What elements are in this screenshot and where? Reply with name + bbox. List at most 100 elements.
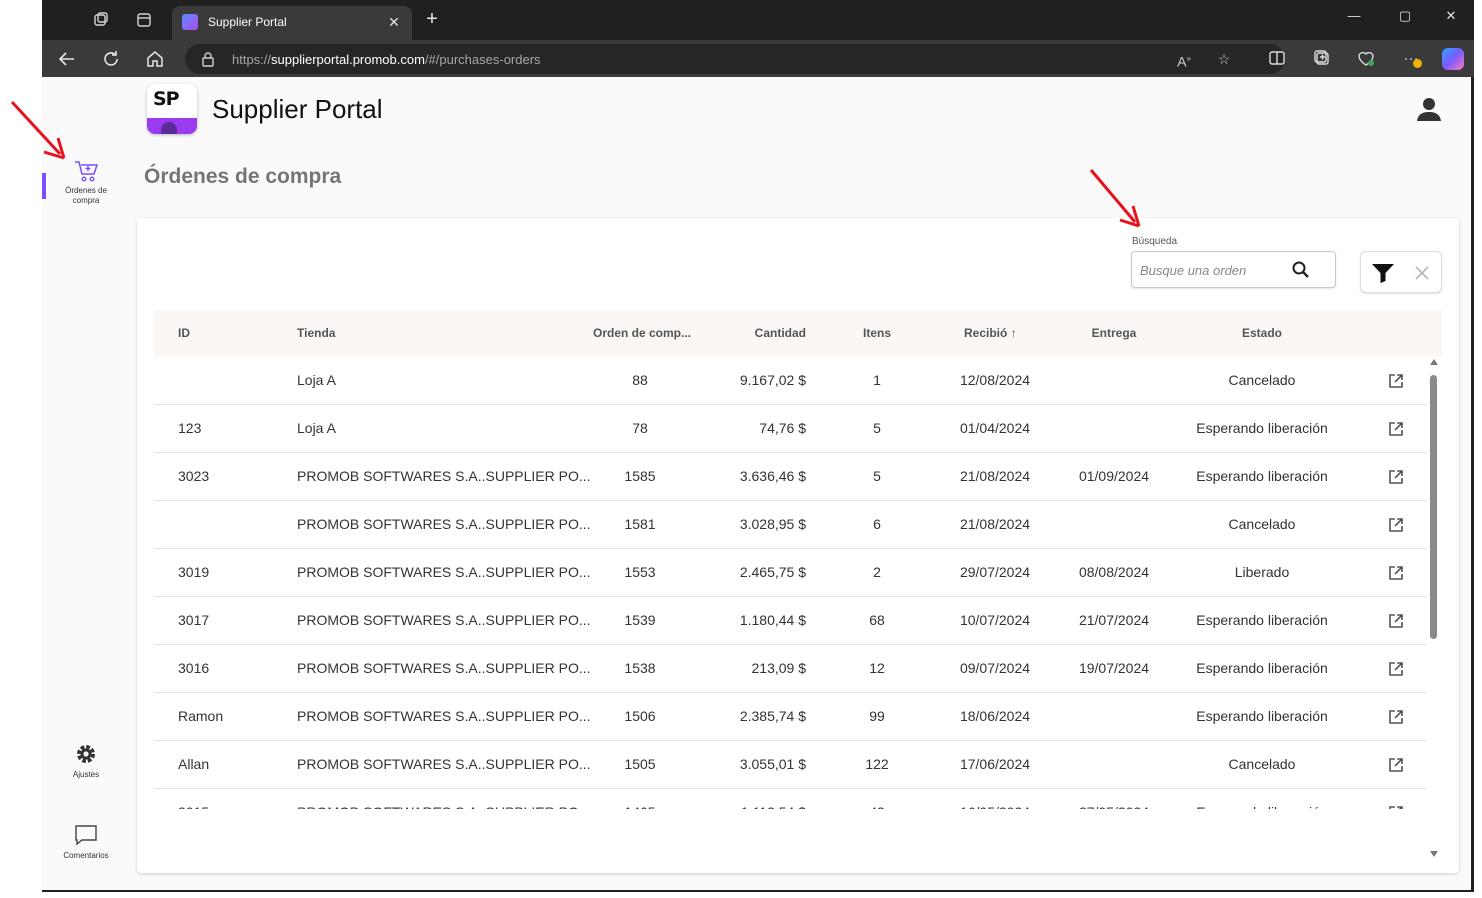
table-row[interactable]: Ramon PROMOB SOFTWARES S.A..SUPPLIER PO..… — [154, 693, 1427, 741]
url-path: /#/purchases-orders — [424, 52, 541, 67]
cell-orden: 1538 — [624, 660, 656, 676]
sidebar-item-ajustes[interactable]: Ajustes — [48, 741, 124, 780]
home-icon[interactable] — [144, 48, 166, 70]
split-screen-icon[interactable] — [1266, 48, 1288, 70]
tab-close-icon[interactable]: ✕ — [384, 12, 404, 32]
open-in-new-icon[interactable] — [1388, 421, 1404, 437]
column-header-id[interactable]: ID — [178, 326, 190, 340]
read-aloud-icon[interactable]: A» — [1175, 50, 1193, 70]
cell-recibio: 01/04/2024 — [959, 420, 1031, 436]
app-content: Órdenes de compra Ajustes Comentarios SP — [42, 77, 1471, 890]
tab-actions-icon[interactable] — [135, 11, 153, 29]
workspaces-icon[interactable] — [92, 11, 110, 29]
column-header-tienda[interactable]: Tienda — [297, 326, 335, 340]
lock-icon[interactable] — [201, 51, 215, 67]
new-tab-button[interactable]: + — [422, 9, 442, 30]
cell-orden: 1405 — [610, 804, 670, 809]
more-options-icon[interactable]: ··· — [1400, 48, 1422, 70]
table-row[interactable]: 3016 PROMOB SOFTWARES S.A..SUPPLIER PO...… — [154, 645, 1427, 693]
filter-icon[interactable] — [1371, 262, 1395, 284]
table-scrollbar[interactable] — [1429, 359, 1440, 857]
table-row[interactable]: 3015 PROMOB SOFTWARES S.A..SUPPLIER PO...… — [154, 789, 1427, 809]
open-in-new-icon[interactable] — [1388, 373, 1404, 389]
cell-cantidad: 3.055,01 $ — [739, 756, 806, 772]
cell-tienda: PROMOB SOFTWARES S.A..SUPPLIER PO... — [297, 468, 591, 484]
sidebar-item-label: Órdenes de compra — [65, 186, 107, 205]
search-icon[interactable] — [1291, 260, 1311, 280]
scroll-down-arrow[interactable] — [1430, 851, 1438, 857]
page-title: Órdenes de compra — [144, 165, 342, 188]
cell-estado: Esperando liberación — [1196, 708, 1328, 724]
open-in-new-icon[interactable] — [1388, 613, 1404, 629]
minimize-button[interactable]: — — [1339, 6, 1369, 26]
sidebar-item-label: Ajustes — [72, 770, 100, 779]
sidebar-item-comentarios[interactable]: Comentarios — [48, 822, 124, 861]
table-row[interactable]: 3023 PROMOB SOFTWARES S.A..SUPPLIER PO...… — [154, 453, 1427, 501]
table-row[interactable]: 3019 PROMOB SOFTWARES S.A..SUPPLIER PO...… — [154, 549, 1427, 597]
collections-icon[interactable] — [1311, 48, 1333, 70]
app-header: SP Supplier Portal — [128, 77, 1471, 157]
browser-titlebar: Supplier Portal ✕ + — ▢ ✕ — [42, 0, 1474, 40]
cell-estado: Cancelado — [1228, 516, 1296, 532]
open-in-new-icon[interactable] — [1388, 805, 1404, 809]
active-tab[interactable]: Supplier Portal ✕ — [172, 6, 412, 40]
column-header-cantidad[interactable]: Cantidad — [696, 326, 806, 340]
user-avatar-icon[interactable] — [1415, 95, 1443, 123]
cell-recibio: 17/06/2024 — [959, 756, 1031, 772]
browser-window: Supplier Portal ✕ + — ▢ ✕ https://suppli… — [42, 0, 1474, 892]
cell-tienda: Loja A — [297, 420, 336, 436]
table-row[interactable]: 3017 PROMOB SOFTWARES S.A..SUPPLIER PO...… — [154, 597, 1427, 645]
url-text[interactable]: https://supplierportal.promob.com/#/purc… — [232, 52, 541, 67]
column-header-recibio-label: Recibió — [964, 326, 1008, 340]
open-in-new-icon[interactable] — [1388, 469, 1404, 485]
open-in-new-icon[interactable] — [1388, 757, 1404, 773]
column-header-orden[interactable]: Orden de comp... — [593, 326, 691, 340]
close-window-button[interactable]: ✕ — [1436, 6, 1466, 26]
scroll-thumb[interactable] — [1430, 375, 1437, 639]
cell-cantidad: 3.028,95 $ — [739, 516, 806, 532]
column-header-estado[interactable]: Estado — [1177, 326, 1347, 340]
annotation-arrow-sidebar — [8, 100, 68, 167]
table-row[interactable]: PROMOB SOFTWARES S.A..SUPPLIER PO... 1581… — [154, 501, 1427, 549]
favorite-star-icon[interactable]: ☆ — [1215, 50, 1233, 68]
app-logo[interactable]: SP — [147, 84, 197, 134]
cell-recibio: 16/05/2024 — [945, 804, 1045, 809]
scroll-up-arrow[interactable] — [1430, 359, 1438, 365]
cell-tienda: PROMOB SOFTWARES S.A..SUPPLIER PO... — [297, 612, 591, 628]
annotation-arrow-search — [1087, 168, 1143, 235]
cell-itens: 122 — [865, 756, 889, 772]
clear-filter-icon[interactable] — [1413, 264, 1431, 282]
cell-id: 123 — [178, 420, 202, 436]
open-in-new-icon[interactable] — [1388, 517, 1404, 533]
cell-id: Ramon — [178, 708, 224, 724]
cell-id: 3023 — [178, 468, 210, 484]
cell-tienda: PROMOB SOFTWARES S.A..SUPPLIER PO... — [297, 564, 591, 580]
cell-tienda: PROMOB SOFTWARES S.A..SUPPLIER PO... — [297, 708, 591, 724]
table-body: Loja A 88 9.167,02 $ 1 12/08/2024 Cancelado 12… — [154, 357, 1427, 809]
cell-orden: 88 — [632, 372, 648, 388]
tab-title: Supplier Portal — [208, 15, 287, 29]
browser-essentials-icon[interactable] — [1355, 48, 1377, 70]
search-field[interactable] — [1131, 251, 1336, 288]
refresh-icon[interactable] — [100, 48, 122, 70]
table-row[interactable]: Allan PROMOB SOFTWARES S.A..SUPPLIER PO..… — [154, 741, 1427, 789]
table-row[interactable]: Loja A 88 9.167,02 $ 1 12/08/2024 Cancelado — [154, 357, 1427, 405]
cell-entrega: 08/08/2024 — [1078, 564, 1150, 580]
sort-ascending-icon: ↑ — [1010, 326, 1017, 340]
cell-itens: 12 — [869, 660, 885, 676]
open-in-new-icon[interactable] — [1388, 709, 1404, 725]
table-row[interactable]: 123 Loja A 78 74,76 $ 5 01/04/2024 Esperando l… — [154, 405, 1427, 453]
cell-cantidad: 2.465,75 $ — [739, 564, 806, 580]
back-icon[interactable] — [56, 48, 78, 70]
open-in-new-icon[interactable] — [1388, 565, 1404, 581]
cell-id: 3017 — [178, 612, 210, 628]
column-header-itens[interactable]: Itens — [857, 326, 897, 340]
maximize-button[interactable]: ▢ — [1390, 6, 1420, 26]
cell-estado: Esperando liberación — [1196, 420, 1328, 436]
open-in-new-icon[interactable] — [1388, 661, 1404, 677]
column-header-recibio[interactable]: Recibió ↑ — [964, 326, 1017, 340]
search-input[interactable] — [1140, 260, 1290, 280]
copilot-icon[interactable] — [1442, 48, 1464, 70]
address-bar[interactable]: https://supplierportal.promob.com/#/purc… — [185, 44, 1285, 74]
column-header-entrega[interactable]: Entrega — [1064, 326, 1164, 340]
